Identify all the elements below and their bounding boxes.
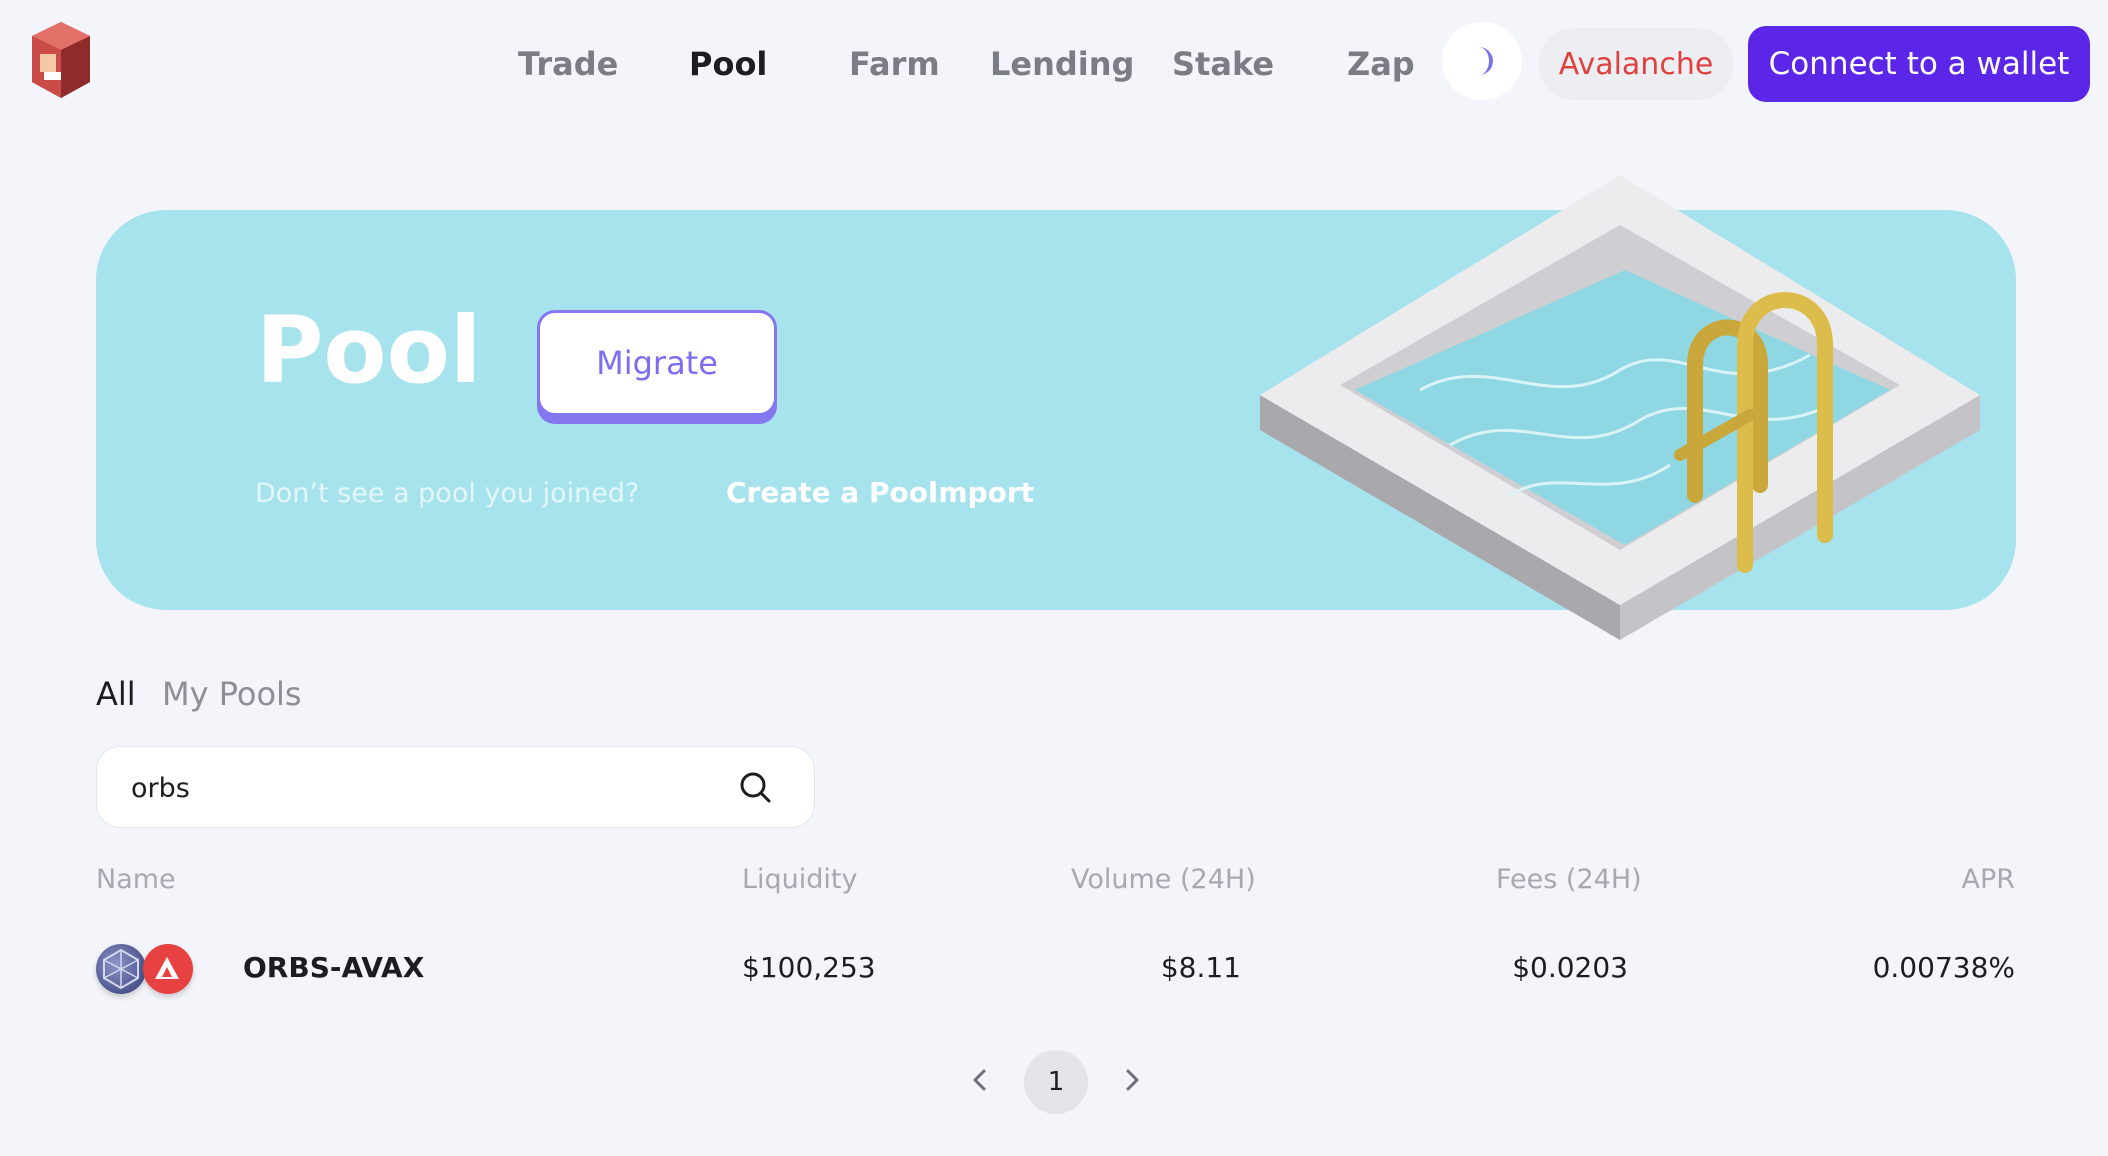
nav-lending[interactable]: Lending: [990, 28, 1134, 100]
app-logo[interactable]: [30, 20, 92, 100]
network-selector[interactable]: Avalanche: [1538, 28, 1734, 100]
column-header-name[interactable]: Name: [96, 864, 176, 895]
column-header-liquidity[interactable]: Liquidity: [742, 864, 858, 895]
migrate-button[interactable]: Migrate: [537, 310, 777, 416]
page-number-current[interactable]: 1: [1024, 1050, 1088, 1114]
nav-farm[interactable]: Farm: [849, 28, 940, 100]
nav-pool[interactable]: Pool: [689, 28, 767, 100]
pool-apr: 0.00738%: [1872, 951, 2015, 984]
page-title: Pool: [256, 297, 482, 404]
nav-stake[interactable]: Stake: [1172, 28, 1274, 100]
pair-token-icons: [96, 944, 196, 1000]
pool-liquidity: $100,253: [742, 951, 876, 984]
import-link[interactable]: Import: [928, 476, 1034, 509]
search-icon[interactable]: [737, 769, 773, 805]
prev-page-button[interactable]: [960, 1060, 1000, 1100]
column-header-fees[interactable]: Fees (24H): [1496, 864, 1642, 895]
search-box: [96, 746, 815, 829]
chevron-right-icon: [1126, 1069, 1139, 1091]
column-header-volume[interactable]: Volume (24H): [1071, 864, 1256, 895]
nav-zap[interactable]: Zap: [1347, 28, 1415, 100]
connect-wallet-button[interactable]: Connect to a wallet: [1748, 26, 2090, 102]
pool-page: Trade Pool Farm Lending Stake Zap Avalan…: [0, 0, 2108, 1156]
moon-icon: [1479, 47, 1493, 75]
pool-volume: $8.11: [1160, 951, 1241, 984]
pool-fees: $0.0203: [1512, 951, 1628, 984]
pool-name[interactable]: ORBS-AVAX: [243, 951, 424, 984]
nav-trade[interactable]: Trade: [518, 28, 618, 100]
orbs-token-icon: [96, 944, 146, 994]
search-input[interactable]: [129, 747, 713, 829]
create-pool-link[interactable]: Create a Pool: [726, 476, 938, 509]
hero-question-text: Don’t see a pool you joined?: [255, 478, 640, 509]
column-header-apr[interactable]: APR: [1961, 864, 2015, 895]
theme-toggle-button[interactable]: [1442, 22, 1522, 100]
chevron-left-icon: [973, 1069, 986, 1091]
pool-illustration: [1260, 175, 1980, 640]
next-page-button[interactable]: [1112, 1060, 1152, 1100]
tab-all[interactable]: All: [96, 675, 136, 713]
avax-token-icon: [143, 944, 193, 994]
tab-my-pools[interactable]: My Pools: [162, 675, 302, 713]
